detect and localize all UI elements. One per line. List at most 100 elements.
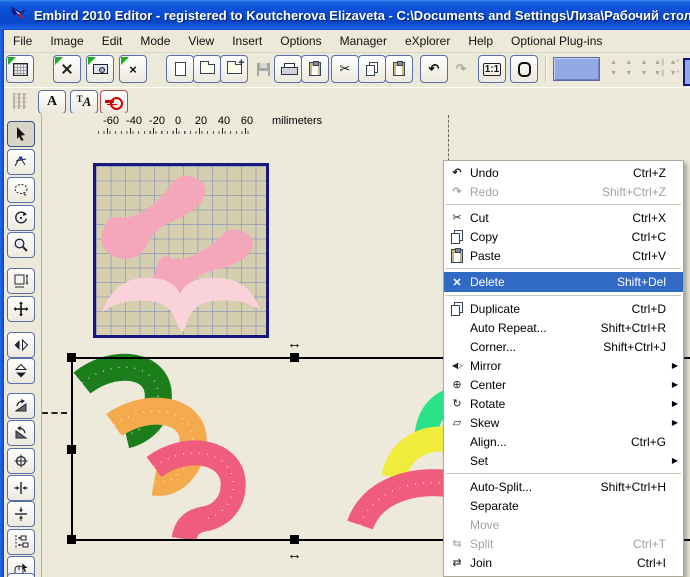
menu-item-paste[interactable]: Paste Ctrl+V — [444, 246, 683, 265]
ta-icon: TA — [77, 94, 92, 110]
remove-stitches-button[interactable]: × — [119, 55, 147, 83]
resize-arrow-top[interactable]: ↔ — [287, 339, 302, 349]
menu-view[interactable]: View — [179, 32, 223, 50]
menu-options[interactable]: Options — [271, 32, 330, 50]
undo-button[interactable]: ↶ — [420, 55, 448, 83]
rotate-right-90-button[interactable] — [7, 420, 35, 446]
zoom-tool-button[interactable] — [7, 232, 35, 258]
scissors-icon: ✂ — [340, 61, 351, 77]
menu-item-set[interactable]: Set ▶ — [444, 451, 683, 470]
selection-handle-bottom-left[interactable] — [67, 535, 76, 544]
menu-item-undo[interactable]: ↶ Undo Ctrl+Z — [444, 163, 683, 182]
tool-column — [4, 113, 41, 577]
redo-button: ↷ — [447, 55, 475, 83]
mirror-icon: ◀▷ — [444, 361, 470, 370]
zoom-1-1-button[interactable]: 1:1 — [478, 55, 506, 83]
paste-icon — [444, 249, 470, 263]
menu-item-delete[interactable]: ✕ Delete Shift+Del — [444, 272, 683, 292]
print-button[interactable] — [274, 55, 302, 83]
menu-item-duplicate[interactable]: Duplicate Ctrl+D — [444, 299, 683, 318]
menu-item-cut[interactable]: ✂ Cut Ctrl+X — [444, 208, 683, 227]
snapshot-button[interactable] — [86, 55, 114, 83]
lasso-select-button[interactable] — [7, 177, 35, 203]
split-icon: ⇆ — [444, 537, 470, 550]
menu-item-auto-repeat[interactable]: Auto Repeat... Shift+Ctrl+R — [444, 318, 683, 337]
font-tool-button[interactable]: TA — [70, 90, 98, 114]
menu-separator — [446, 295, 681, 296]
submenu-arrow-icon: ▶ — [672, 399, 678, 408]
red-key-icon — [105, 97, 123, 107]
open-file-button[interactable] — [193, 55, 221, 83]
redo-icon: ↷ — [456, 61, 467, 77]
main-toolbar: × ✂ ↶ ↷ 1:1 ▲▲▲▲∥▲* ▼▼▼▼∥▼* — [4, 54, 690, 86]
menu-edit[interactable]: Edit — [93, 32, 132, 50]
folder-plus-icon — [227, 64, 242, 74]
menu-mode[interactable]: Mode — [131, 32, 179, 50]
password-button[interactable] — [100, 90, 128, 114]
center-vertical-icon — [13, 506, 29, 522]
menu-manager[interactable]: Manager — [331, 32, 396, 50]
menu-item-skew[interactable]: ▱ Skew ▶ — [444, 413, 683, 432]
selection-handle-top-mid[interactable] — [290, 353, 299, 362]
skew-icon: ▱ — [444, 416, 470, 429]
crossed-tools-icon — [60, 62, 74, 76]
undo-icon: ↶ — [429, 61, 440, 77]
select-tool-button[interactable] — [7, 121, 35, 147]
hoop-manager-button[interactable] — [6, 55, 34, 83]
center-tool-button[interactable] — [7, 448, 35, 474]
move-icon — [13, 301, 29, 317]
camera-icon — [93, 64, 108, 74]
selection-handle-left-mid[interactable] — [67, 445, 76, 454]
menu-optional-plugins[interactable]: Optional Plug-ins — [502, 32, 611, 50]
center-horizontal-icon — [13, 480, 29, 496]
palette-first-color[interactable] — [683, 58, 690, 86]
freehand-select-button[interactable] — [7, 149, 35, 175]
hoop-outline-button[interactable] — [510, 55, 538, 83]
rotate-tool-button[interactable] — [7, 205, 35, 231]
menu-separator — [446, 204, 681, 205]
resize-tool-button[interactable] — [7, 268, 35, 294]
menu-item-copy[interactable]: Copy Ctrl+C — [444, 227, 683, 246]
menu-insert[interactable]: Insert — [223, 32, 271, 50]
menu-item-corner[interactable]: Corner... Shift+Ctrl+J — [444, 337, 683, 356]
one-to-one-icon: 1:1 — [483, 63, 501, 76]
hoop-grid-icon — [13, 63, 28, 76]
thread-color-swatch[interactable] — [553, 57, 600, 81]
center-icon: ⊕ — [444, 378, 470, 391]
cut-button[interactable]: ✂ — [331, 55, 359, 83]
center-vertical-button[interactable] — [7, 501, 35, 527]
menu-image[interactable]: Image — [41, 32, 92, 50]
selection-handle-bottom-mid[interactable] — [290, 535, 299, 544]
partial-tool-button[interactable] — [7, 573, 35, 577]
move-tool-button[interactable] — [7, 296, 35, 322]
export-clipboard-button[interactable] — [301, 55, 329, 83]
menu-item-join[interactable]: ⇄ Join Ctrl+I — [444, 553, 683, 572]
merge-file-button[interactable] — [220, 55, 248, 83]
menu-file[interactable]: File — [4, 32, 41, 50]
new-file-button[interactable] — [166, 55, 194, 83]
menu-item-mirror[interactable]: ◀▷ Mirror ▶ — [444, 356, 683, 375]
text-tool-button[interactable]: A — [38, 90, 66, 114]
copy-button[interactable] — [358, 55, 386, 83]
redo-icon: ↷ — [444, 185, 470, 198]
menu-help[interactable]: Help — [459, 32, 502, 50]
menu-explorer[interactable]: eXplorer — [396, 32, 459, 50]
center-horizontal-button[interactable] — [7, 475, 35, 501]
order-tool-button[interactable] — [7, 529, 35, 555]
menu-item-move: Move — [444, 515, 683, 534]
title-bar[interactable]: Embird 2010 Editor - registered to Koutc… — [0, 0, 690, 30]
menu-item-rotate[interactable]: ↻ Rotate ▶ — [444, 394, 683, 413]
mirror-vertical-button[interactable] — [7, 358, 35, 384]
resize-arrow-bottom[interactable]: ↔ — [287, 550, 302, 560]
menu-item-auto-split[interactable]: Auto-Split... Shift+Ctrl+H — [444, 477, 683, 496]
menu-item-separate[interactable]: Separate — [444, 496, 683, 515]
clipboard-icon — [309, 62, 321, 76]
rotate-left-90-button[interactable] — [7, 393, 35, 419]
selection-handle-top-left[interactable] — [67, 353, 76, 362]
menu-item-center[interactable]: ⊕ Center ▶ — [444, 375, 683, 394]
mirror-horizontal-button[interactable] — [7, 332, 35, 358]
paste-button[interactable] — [385, 55, 413, 83]
menu-item-align[interactable]: Align... Ctrl+G — [444, 432, 683, 451]
sew-simulator-button[interactable] — [53, 55, 81, 83]
submenu-arrow-icon: ▶ — [672, 380, 678, 389]
